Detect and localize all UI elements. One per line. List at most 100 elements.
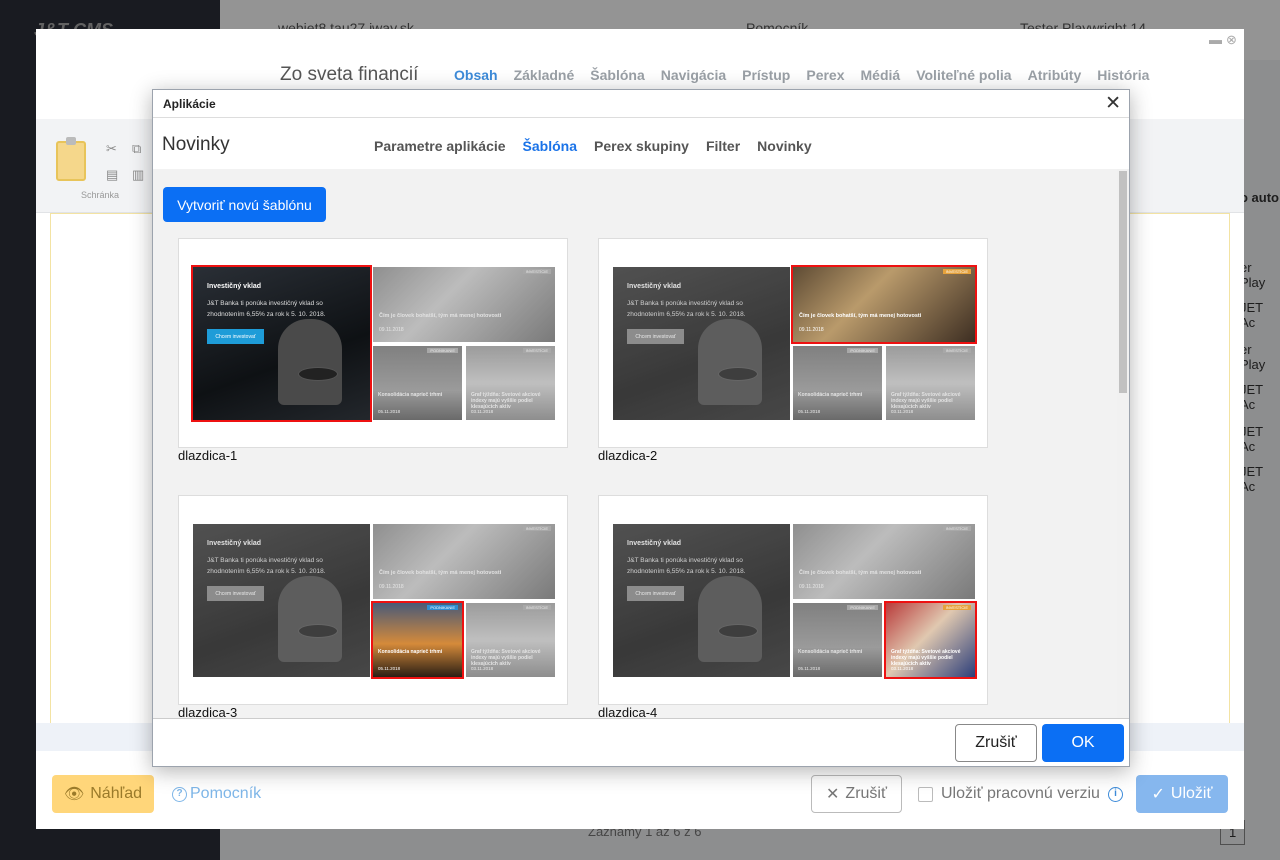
cancel-button[interactable]: ✕ Zrušiť [811, 775, 902, 813]
preview-text: INVESTÍCIE [522, 605, 551, 610]
preview-top-card: INVESTÍCIE Čím je človek bohatší, tým má … [373, 267, 555, 342]
preview-small-card: PODNIKANIE Konsolidácia naprieč trhmi 05.1… [793, 603, 882, 677]
paste-text-icon[interactable]: ▤ [106, 167, 118, 183]
template-name: dlazdica-4 [598, 705, 658, 718]
tab-historia[interactable]: História [1097, 67, 1149, 83]
tab-navigacia[interactable]: Navigácia [661, 67, 726, 83]
preview-text: Investičný vklad [207, 283, 262, 290]
tab-perex-skupiny[interactable]: Perex skupiny [594, 138, 689, 154]
template-preview: Investičný vklad J&T Banka ti ponúka inve… [193, 524, 555, 679]
preview-text: J&T Banka ti ponúka investičný vklad so … [627, 300, 746, 318]
template-tile[interactable]: Investičný vklad J&T Banka ti ponúka inve… [178, 238, 568, 448]
preview-text: 03.11.2018 [891, 409, 914, 414]
preview-text: Čím je človek bohatší, tým má menej hoto… [799, 570, 922, 576]
close-icon[interactable]: ✕ [1105, 94, 1121, 114]
save-version-option: Uložiť pracovnú verziu i [918, 785, 1123, 803]
tab-zakladne[interactable]: Základné [514, 67, 575, 83]
preview-text: INVESTÍCIE [522, 348, 551, 353]
preview-text: PODNIKANIE [427, 348, 458, 353]
app-name: Novinky [162, 134, 230, 155]
save-version-label: Uložiť pracovnú verziu [941, 785, 1100, 802]
preview-text: 05.11.2018 [378, 409, 401, 414]
preview-photo [698, 576, 762, 662]
template-tile[interactable]: Investičný vklad J&T Banka ti ponúka inve… [598, 495, 988, 705]
copy-icon[interactable]: ⧉ [132, 141, 141, 157]
preview-text: INVESTÍCIE [522, 526, 551, 531]
preview-text: Investičný vklad [207, 540, 262, 547]
preview-top-card: INVESTÍCIE Čím je človek bohatší, tým má … [791, 265, 977, 344]
editor-title: Zo sveta financií [280, 64, 419, 85]
tab-sablona[interactable]: Šablóna [523, 138, 577, 154]
paste-word-icon[interactable]: ▥ [132, 167, 144, 183]
preview-photo [698, 319, 762, 405]
preview-text: 09.11.2018 [379, 327, 404, 333]
preview-text: Chcem investovať [207, 586, 264, 601]
preview-small-card: INVESTÍCIE Graf týždňa: Svetové akciové i… [466, 603, 555, 677]
tab-novinky[interactable]: Novinky [757, 138, 811, 154]
preview-text: Investičný vklad [627, 540, 682, 547]
preview-text: INVESTÍCIE [522, 269, 551, 274]
tab-parametre-aplikacie[interactable]: Parametre aplikácie [374, 138, 506, 154]
preview-top-card: INVESTÍCIE Čím je človek bohatší, tým má … [373, 524, 555, 599]
preview-small-card: INVESTÍCIE Graf týždňa: Svetové akciové i… [886, 346, 975, 420]
tab-media[interactable]: Médiá [861, 67, 901, 83]
dialog-title: Aplikácie [163, 97, 216, 111]
preview-text: Chcem investovať [207, 329, 264, 344]
preview-text: 09.11.2018 [799, 327, 824, 333]
new-template-button[interactable]: Vytvoriť novú šablónu [163, 187, 326, 222]
save-version-checkbox[interactable] [918, 786, 933, 802]
tab-filter[interactable]: Filter [706, 138, 740, 154]
scrollbar[interactable] [1117, 169, 1129, 718]
preview-text: 03.11.2018 [471, 666, 494, 671]
preview-text: 03.11.2018 [891, 666, 914, 671]
preview-large-card: Investičný vklad J&T Banka ti ponúka inve… [613, 524, 790, 677]
preview-text: INVESTÍCIE [942, 269, 971, 274]
maximize-icon[interactable]: ▬ [1209, 32, 1222, 47]
preview-text: PODNIKANIE [427, 605, 458, 610]
tab-obsah[interactable]: Obsah [454, 67, 498, 83]
ok-button[interactable]: OK [1042, 724, 1124, 762]
dialog-header: Novinky Parametre aplikácie Šablóna Pere… [153, 118, 1129, 169]
template-name: dlazdica-1 [178, 448, 238, 463]
preview-text: Konsolidácia naprieč trhmi [378, 649, 443, 655]
preview-text: Čím je človek bohatší, tým má menej hoto… [799, 313, 922, 319]
tab-sablona[interactable]: Šablóna [590, 67, 644, 83]
template-preview: Investičný vklad J&T Banka ti ponúka inve… [191, 265, 555, 422]
preview-text: INVESTÍCIE [942, 348, 971, 353]
editor-tabs: Obsah Základné Šablóna Navigácia Prístup… [454, 67, 1149, 83]
save-button[interactable]: ✓ Uložiť [1136, 775, 1228, 813]
preview-text: Chcem investovať [627, 329, 684, 344]
template-preview: Investičný vklad J&T Banka ti ponúka inve… [613, 524, 977, 679]
template-list: Vytvoriť novú šablónu Investičný vklad J&… [153, 169, 1117, 718]
preview-text: J&T Banka ti ponúka investičný vklad so … [627, 557, 746, 575]
close-icon: ✕ [826, 786, 840, 803]
template-tile[interactable]: Investičný vklad J&T Banka ti ponúka inve… [598, 238, 988, 448]
dialog-cancel-button[interactable]: Zrušiť [955, 724, 1037, 762]
preview-large-card: Investičný vklad J&T Banka ti ponúka inve… [613, 267, 790, 420]
paste-icon[interactable] [56, 137, 86, 181]
preview-text: Graf týždňa: Svetové akciové indexy majú… [891, 392, 961, 410]
help-label: Pomocník [190, 785, 262, 802]
close-icon[interactable]: ⊗ [1226, 32, 1237, 48]
scrollbar-thumb[interactable] [1119, 171, 1127, 393]
dialog-tabs: Parametre aplikácie Šablóna Perex skupin… [374, 138, 812, 154]
preview-text: INVESTÍCIE [942, 526, 971, 531]
tab-volitelne-polia[interactable]: Voliteľné polia [916, 67, 1011, 83]
cut-icon[interactable]: ✂ [106, 141, 117, 157]
preview-photo [278, 576, 342, 662]
preview-text: Chcem investovať [627, 586, 684, 601]
preview-text: INVESTÍCIE [942, 605, 971, 610]
preview-photo [298, 367, 338, 381]
preview-text: Graf týždňa: Svetové akciové indexy majú… [471, 649, 541, 667]
info-icon[interactable]: i [1107, 786, 1123, 802]
template-name: dlazdica-2 [598, 448, 658, 463]
tab-atributy[interactable]: Atribúty [1028, 67, 1082, 83]
preview-small-card: INVESTÍCIE Graf týždňa: Svetové akciové i… [466, 346, 555, 420]
preview-button[interactable]: 👁 Náhľad [52, 775, 154, 813]
tab-pristup[interactable]: Prístup [742, 67, 790, 83]
template-tile[interactable]: Investičný vklad J&T Banka ti ponúka inve… [178, 495, 568, 705]
preview-large-card: Investičný vklad J&T Banka ti ponúka inve… [191, 265, 372, 422]
preview-text: Čím je človek bohatší, tým má menej hoto… [379, 570, 502, 576]
help-link[interactable]: ? Pomocník [172, 785, 261, 803]
tab-perex[interactable]: Perex [806, 67, 844, 83]
